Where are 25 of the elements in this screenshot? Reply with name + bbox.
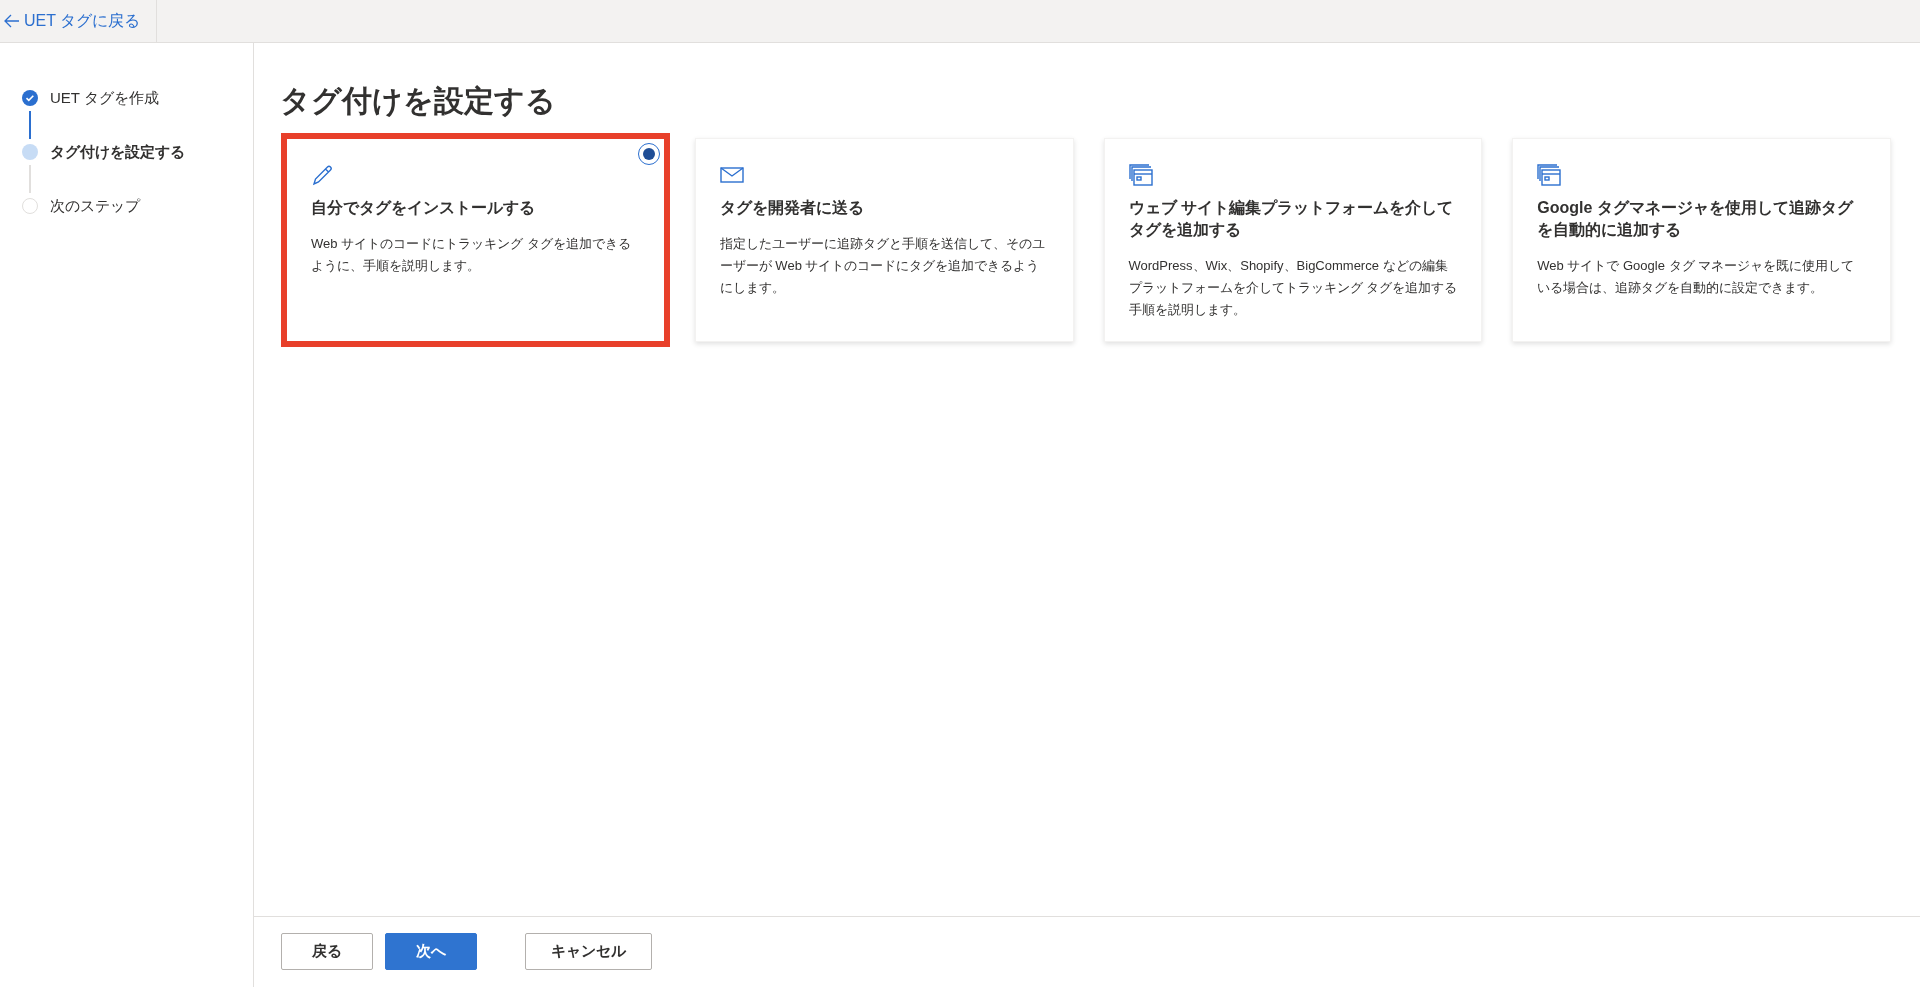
card-title: 自分でタグをインストールする [311, 198, 536, 218]
footer-button[interactable]: 次へ [385, 932, 477, 970]
card-title: タグを開発者に送る [719, 198, 865, 218]
pencil-icon [311, 163, 335, 187]
card-description: WordPress、Wix、Shopify、BigCommerce などの編集プラットフォームを介してトラッキング タグを追加する手順を説明します。 [1128, 257, 1458, 319]
option-card[interactable]: 自分でタグをインストールする Web サイトのコードにトラッキング タグを追加できるように、手順を説明します。 [281, 133, 670, 347]
option-card[interactable]: Google タグマネージャを使用して追跡タグを自動的に追加する Web サイトで Google タグ マネージャを既に使用している場合は、追跡タグを自動的に設定できます。 [1512, 138, 1891, 342]
card-description: Web サイトのコードにトラッキング タグを追加できるように、手順を説明します。 [311, 235, 632, 275]
card-title: Google タグマネージャを使用して追跡タグを自動的に追加する [1537, 198, 1855, 240]
step-label: UET タグを作成 [50, 87, 159, 108]
option-card[interactable]: タグを開発者に送る 指定したユーザーに追跡タグと手順を送信して、そのユーザーが Web サイトのコードにタグを追加できるようにします。 [694, 138, 1074, 342]
step-label: タグ付けを設定する [50, 141, 185, 162]
footer-button[interactable]: キャンセル [525, 932, 652, 970]
windows-icon [1128, 164, 1153, 186]
option-card[interactable]: ウェブ サイト編集プラットフォームを介してタグを追加する WordPress、Wix、Shopify、BigCommerce などの編集プラットフォームを介してトラッキング タグを追加する手順を説明します。 [1103, 138, 1483, 342]
page-heading: タグ付けを設定する [280, 83, 557, 119]
back-link[interactable]: UET タグに戻る [0, 0, 158, 42]
card-title: ウェブ サイト編集プラットフォームを介してタグを追加する [1128, 198, 1454, 240]
arrow-left-icon [4, 14, 20, 28]
envelope-icon [719, 166, 744, 184]
step-label: 次のステップ [50, 195, 140, 216]
footer-button[interactable]: 戻る [281, 932, 373, 970]
card-description: Web サイトで Google タグ マネージャを既に使用している場合は、追跡タグを自動的に設定できます。 [1537, 257, 1856, 297]
windows-icon [1537, 164, 1562, 186]
card-description: 指定したユーザーに追跡タグと手順を送信して、そのユーザーが Web サイトのコードにタグを追加できるようにします。 [719, 235, 1046, 297]
